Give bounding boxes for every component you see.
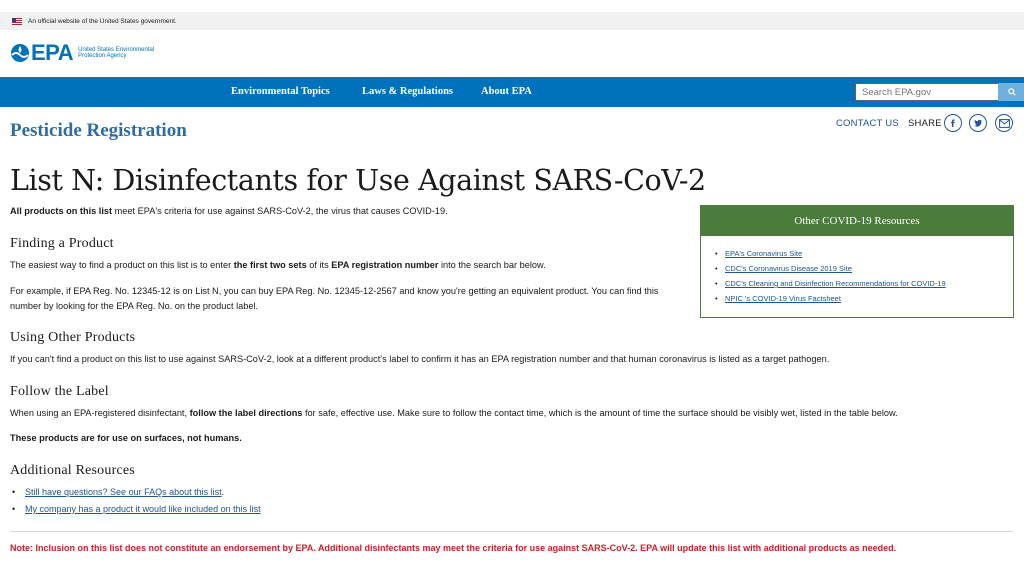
link-npic-factsheet[interactable]: NPIC 's COVID-19 Virus Factsheet [725,294,841,303]
finding-text-a: The easiest way to find a product on thi… [10,260,234,270]
epa-logo[interactable]: EPA United States Environmental Protecti… [10,40,158,65]
finding-p2-line1: For example, if EPA Reg. No. 12345-12 is… [10,286,659,296]
share-label: SHARE [908,118,942,129]
finding-paragraph-2: For example, if EPA Reg. No. 12345-12 is… [10,284,659,314]
list-item: My company has a product it would like i… [10,501,261,518]
covid-resources-box: Other COVID-19 Resources EPA's Coronavir… [700,205,1014,318]
list-item: NPIC 's COVID-19 Virus Factsheet [715,291,1013,306]
intro-bold: All products on this list [10,206,113,216]
epa-flower-icon [11,44,29,62]
site-search [855,83,1024,101]
finding-heading: Finding a Product [10,236,114,251]
link-cdc-coronavirus[interactable]: CDC's Coronavirus Disease 2019 Site [725,264,852,273]
list-item: EPA's Coronavirus Site [715,246,1013,261]
finding-p2-line2: number by looking for the EPA Reg. No. o… [10,301,259,311]
finding-text-c: of its [306,260,332,270]
us-flag-icon [12,17,22,25]
intro-paragraph: All products on this list meet EPA's cri… [10,204,448,219]
twitter-icon [974,119,982,127]
nav-laws-regulations[interactable]: Laws & Regulations [362,77,453,107]
finding-text-d: EPA registration number [331,260,439,270]
finding-text-b: the first two sets [233,260,307,270]
nav-about-epa[interactable]: About EPA [481,77,532,107]
other-products-heading: Using Other Products [10,330,136,345]
gov-banner-text: An official website of the United States… [28,17,177,25]
other-products-paragraph: If you can't find a product on this list… [10,354,830,364]
twitter-share-button[interactable] [969,114,987,132]
search-input[interactable] [855,83,998,101]
contact-us-link[interactable]: CONTACT US [836,118,899,129]
covid-resources-list: EPA's Coronavirus Site CDC's Coronavirus… [701,236,1013,306]
link-cdc-cleaning[interactable]: CDC's Cleaning and Disinfection Recommen… [725,279,946,288]
search-button[interactable] [998,83,1024,101]
site-header: EPA United States Environmental Protecti… [0,30,1024,77]
list-item: Still have questions? See our FAQs about… [10,484,261,501]
nav-environmental-topics[interactable]: Environmental Topics [231,77,330,107]
link-epa-coronavirus[interactable]: EPA's Coronavirus Site [725,249,802,258]
label-text-b: follow the label directions [189,408,303,418]
follow-label-paragraph: When using an EPA-registered disinfectan… [10,406,898,421]
finding-text-e: into the search bar below. [438,260,546,270]
facebook-share-button[interactable] [944,114,962,132]
email-share-button[interactable] [995,114,1013,132]
label-text-c: for safe, effective use. Make sure to fo… [302,408,898,418]
search-icon [1007,88,1016,96]
site-section-title[interactable]: Pesticide Registration [10,120,187,142]
disclaimer-note: Note: Inclusion on this list does not co… [10,543,897,553]
gov-banner: An official website of the United States… [0,12,1024,30]
additional-resources-heading: Additional Resources [10,463,135,478]
surfaces-note: These products are for use on surfaces, … [10,431,242,446]
divider [10,531,1013,532]
follow-label-heading: Follow the Label [10,384,109,399]
list-item: CDC's Coronavirus Disease 2019 Site [715,261,1013,276]
covid-resources-heading: Other COVID-19 Resources [701,206,1013,236]
list-item: CDC's Cleaning and Disinfection Recommen… [715,276,1013,291]
surfaces-note-text: These products are for use on surfaces, … [10,433,242,443]
facebook-icon [951,119,955,127]
additional-resources-list: Still have questions? See our FAQs about… [10,484,261,518]
submit-product-link[interactable]: My company has a product it would like i… [25,504,261,514]
label-text-a: When using an EPA-registered disinfectan… [10,408,190,418]
logo-wordmark: EPA [31,40,74,65]
intro-text: meet EPA's criteria for use against SARS… [112,206,448,216]
finding-paragraph-1: The easiest way to find a product on thi… [10,258,546,273]
logo-subtitle: United States Environmental Protection A… [78,46,155,59]
page-title: List N: Disinfectants for Use Against SA… [10,164,706,197]
email-icon [998,118,1010,128]
faq-link[interactable]: Still have questions? See our FAQs about… [25,487,222,497]
